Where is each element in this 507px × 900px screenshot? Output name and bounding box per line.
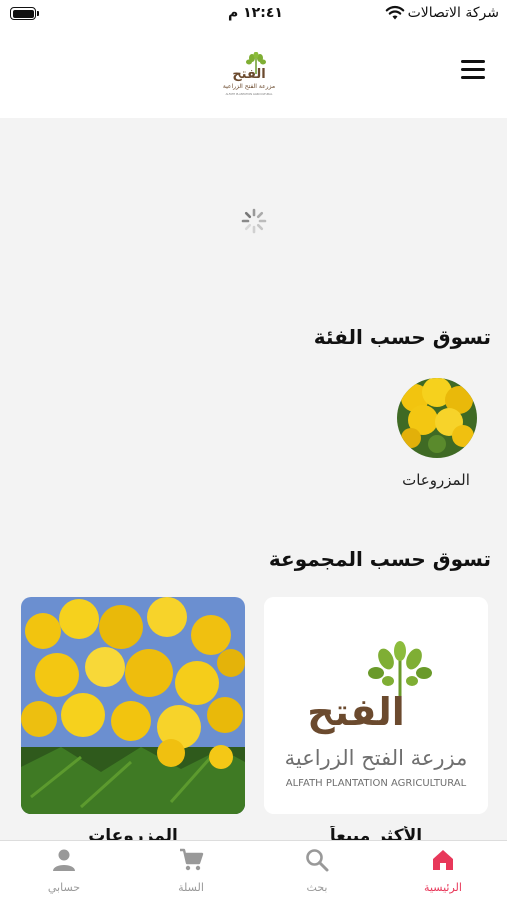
- nav-label-home: الرئيسية: [424, 881, 462, 894]
- carrier-name: شركة الاتصالات: [407, 5, 499, 21]
- logo-word: الفتح: [232, 67, 265, 82]
- group-card-bestsellers[interactable]: الفتح مزرعة الفتح الزراعية ALFATH PLANTA…: [264, 597, 488, 814]
- nav-search[interactable]: بحث: [272, 847, 362, 894]
- logo-subtitle: مزرعة الفتح الزراعية: [223, 83, 275, 90]
- nav-label-account: حسابي: [47, 881, 81, 894]
- battery-icon: [10, 7, 39, 20]
- status-time: ١٢:٤١ م: [228, 5, 283, 21]
- shop-by-group-title: تسوق حسب المجموعة: [268, 547, 491, 571]
- category-item-plants[interactable]: [396, 378, 478, 458]
- group-card-plants[interactable]: [21, 597, 245, 814]
- nav-label-cart: السلة: [178, 881, 204, 894]
- category-label-plants[interactable]: المزروعات: [380, 471, 492, 489]
- logo-subtitle-en: ALFATH PLANTATION AGRICULTURAL: [226, 92, 273, 96]
- hamburger-icon[interactable]: [461, 60, 485, 80]
- alfath-logo-image: الفتح مزرعة الفتح الزراعية ALFATH PLANTA…: [264, 597, 488, 814]
- logo-subtitle: مزرعة الفتح الزراعية: [285, 746, 468, 770]
- home-icon: [433, 850, 453, 870]
- app-header: الفتح مزرعة الفتح الزراعية ALFATH PLANTA…: [0, 30, 507, 118]
- shop-by-category-title: تسوق حسب الفئة: [313, 325, 491, 349]
- nav-account[interactable]: حسابي: [19, 847, 109, 894]
- cart-icon: [180, 848, 204, 871]
- brand-logo[interactable]: الفتح مزرعة الفتح الزراعية ALFATH PLANTA…: [218, 52, 280, 98]
- loading-spinner-icon: [241, 208, 267, 234]
- status-bar: ١٢:٤١ م شركة الاتصالات: [0, 0, 507, 30]
- logo-subtitle-en: ALFATH PLANTATION AGRICULTURAL: [286, 778, 467, 789]
- bottom-nav: الرئيسية بحث السلة حسابي: [0, 840, 507, 900]
- wifi-icon: [385, 5, 405, 20]
- nav-home[interactable]: الرئيسية: [398, 847, 488, 894]
- logo-word: الفتح: [307, 690, 405, 734]
- nav-label-search: بحث: [306, 881, 328, 894]
- user-icon: [53, 849, 75, 871]
- yellow-flower-tree-image: [21, 597, 245, 814]
- nav-cart[interactable]: السلة: [146, 847, 236, 894]
- search-icon: [306, 849, 329, 872]
- category-image: [397, 378, 477, 458]
